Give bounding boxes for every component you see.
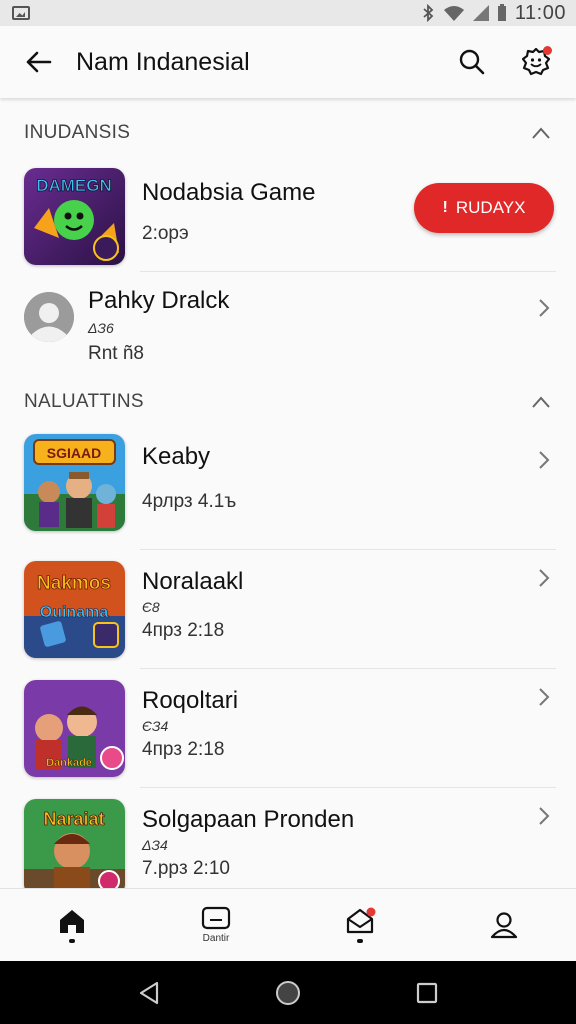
game-thumbnail: DAMEGN bbox=[24, 168, 125, 265]
back-button[interactable] bbox=[0, 26, 76, 98]
item-title: Solgapaan Pronden bbox=[142, 806, 355, 833]
game-thumbnail: Naraiat bbox=[24, 799, 125, 888]
chevron-up-icon[interactable] bbox=[526, 118, 556, 148]
list-item[interactable]: SGIAAD Keaby 4рлрз 4.1ъ bbox=[0, 432, 576, 550]
section-title: INUDANSIS bbox=[24, 122, 131, 143]
svg-text:Naraiat: Naraiat bbox=[43, 809, 104, 829]
action-button-label: RUDAYX bbox=[455, 198, 526, 217]
nav-item-profile[interactable] bbox=[432, 889, 576, 961]
section-title: NALUATTINS bbox=[24, 391, 144, 412]
indicator-dot bbox=[357, 939, 363, 943]
list-item[interactable]: Naraiat Solgapaan Pronden ΔЗ4 7.рpз 2:10 bbox=[0, 788, 576, 888]
chevron-right-icon bbox=[534, 450, 554, 470]
chevron-up-icon[interactable] bbox=[526, 387, 556, 417]
chevron-right-icon bbox=[534, 568, 554, 588]
nav-item-home[interactable] bbox=[0, 889, 144, 961]
gallery-notification-icon bbox=[12, 6, 30, 20]
svg-text:SGIAAD: SGIAAD bbox=[47, 445, 101, 461]
item-subtitle: Rnt ñ8 bbox=[88, 343, 144, 364]
alert-icon: ! bbox=[442, 199, 448, 216]
nav-item-inbox[interactable] bbox=[288, 889, 432, 961]
svg-text:Dankade: Dankade bbox=[46, 757, 92, 769]
active-indicator bbox=[69, 939, 75, 943]
chevron-right-icon bbox=[534, 687, 554, 707]
item-meta: ΔЗ6 bbox=[88, 320, 114, 336]
nav-item-dantir[interactable]: Dantir bbox=[144, 889, 288, 961]
list-item[interactable]: Pahky Dralck ΔЗ6 Rnt ñ8 bbox=[0, 272, 576, 372]
search-button[interactable] bbox=[450, 40, 494, 84]
svg-text:DAMEGN: DAMEGN bbox=[36, 176, 112, 195]
page-title: Nam Indanesial bbox=[76, 47, 250, 76]
back-triangle-icon[interactable] bbox=[138, 981, 160, 1005]
system-nav-bar bbox=[0, 961, 576, 1024]
game-thumbnail: Dankade bbox=[24, 680, 125, 777]
nav-label: Dantir bbox=[202, 933, 230, 944]
battery-icon bbox=[497, 4, 506, 21]
item-subtitle: 4прз 2:18 bbox=[142, 620, 225, 641]
section-header-2[interactable]: NALUATTINS bbox=[0, 372, 576, 432]
game-thumbnail: SGIAAD bbox=[24, 434, 125, 531]
item-subtitle: 4пpз 2:18 bbox=[142, 739, 225, 760]
home-icon bbox=[60, 910, 84, 933]
bluetooth-icon bbox=[423, 4, 434, 22]
search-icon bbox=[459, 49, 485, 75]
game-thumbnail: Nakmos Ouinama bbox=[24, 561, 125, 658]
wifi-icon bbox=[443, 6, 464, 21]
item-meta: Є8 bbox=[142, 599, 160, 615]
item-subtitle: 7.рpз 2:10 bbox=[142, 858, 230, 879]
status-time: 11:00 bbox=[514, 1, 566, 24]
tv-icon bbox=[201, 906, 231, 930]
status-icons: 11:00 bbox=[421, 2, 566, 25]
signal-icon bbox=[472, 5, 489, 21]
item-meta: ЄЗ4 bbox=[142, 718, 169, 734]
recents-square-icon[interactable] bbox=[416, 982, 438, 1004]
list-item[interactable]: Nakmos Ouinama Noralaakl Є8 4прз 2:18 bbox=[0, 550, 576, 669]
notification-badge bbox=[543, 46, 552, 55]
list-item[interactable]: DAMEGN Nodabsia Game 2:oрэ ! RUDAYX bbox=[0, 168, 576, 272]
action-button[interactable]: ! RUDAYX bbox=[414, 183, 554, 233]
list-item[interactable]: Dankade Roqoltari ЄЗ4 4пpз 2:18 bbox=[0, 669, 576, 788]
chevron-right-icon bbox=[534, 806, 554, 826]
item-title: Pahky Dralck bbox=[88, 287, 230, 314]
chevron-right-icon bbox=[534, 298, 554, 318]
item-meta: ΔЗ4 bbox=[142, 837, 168, 853]
item-title: Noralaakl bbox=[142, 568, 244, 595]
item-title: Keaby bbox=[142, 443, 211, 470]
status-bar: 11:00 bbox=[0, 0, 576, 26]
home-circle-icon[interactable] bbox=[275, 980, 301, 1006]
bottom-nav: Dantir bbox=[0, 888, 576, 961]
svg-text:Ouinama: Ouinama bbox=[40, 604, 109, 621]
notifications-button[interactable] bbox=[514, 40, 558, 84]
app-bar: Nam Indanesial bbox=[0, 26, 576, 98]
item-subtitle: 4рлрз 4.1ъ bbox=[142, 491, 237, 512]
inbox-icon bbox=[346, 907, 376, 934]
item-title: Roqoltari bbox=[142, 687, 239, 714]
person-icon bbox=[490, 912, 518, 939]
avatar bbox=[24, 292, 74, 342]
svg-text:Nakmos: Nakmos bbox=[37, 573, 111, 594]
content-list: INUDANSIS DAMEGN Nodabsia Game 2:oрэ ! R… bbox=[0, 98, 576, 888]
arrow-left-icon bbox=[26, 51, 52, 73]
section-header-1[interactable]: INUDANSIS bbox=[0, 98, 576, 168]
